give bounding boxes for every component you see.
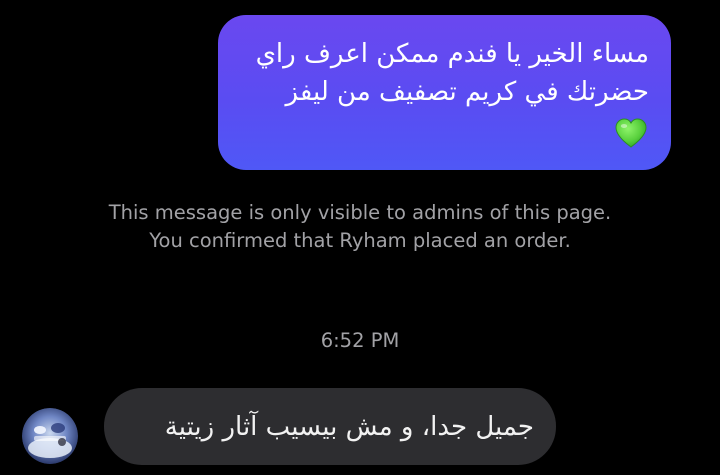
incoming-message-text: جميل جدا، و مش بيسيب آثار زيتية: [164, 411, 534, 442]
green-heart-icon: [613, 117, 649, 149]
incoming-message-bubble[interactable]: جميل جدا، و مش بيسيب آثار زيتية: [104, 388, 556, 465]
chat-thread: مساء الخير يا فندم ممكن اعرف راي حضرتك ف…: [0, 0, 720, 475]
outgoing-message-bubble[interactable]: مساء الخير يا فندم ممكن اعرف راي حضرتك ف…: [218, 15, 671, 170]
avatar[interactable]: [22, 408, 78, 464]
admin-visibility-notice: This message is only visible to admins o…: [108, 201, 612, 252]
outgoing-message-text: مساء الخير يا فندم ممكن اعرف راي حضرتك ف…: [255, 39, 649, 107]
message-timestamp: 6:52 PM: [320, 329, 400, 352]
